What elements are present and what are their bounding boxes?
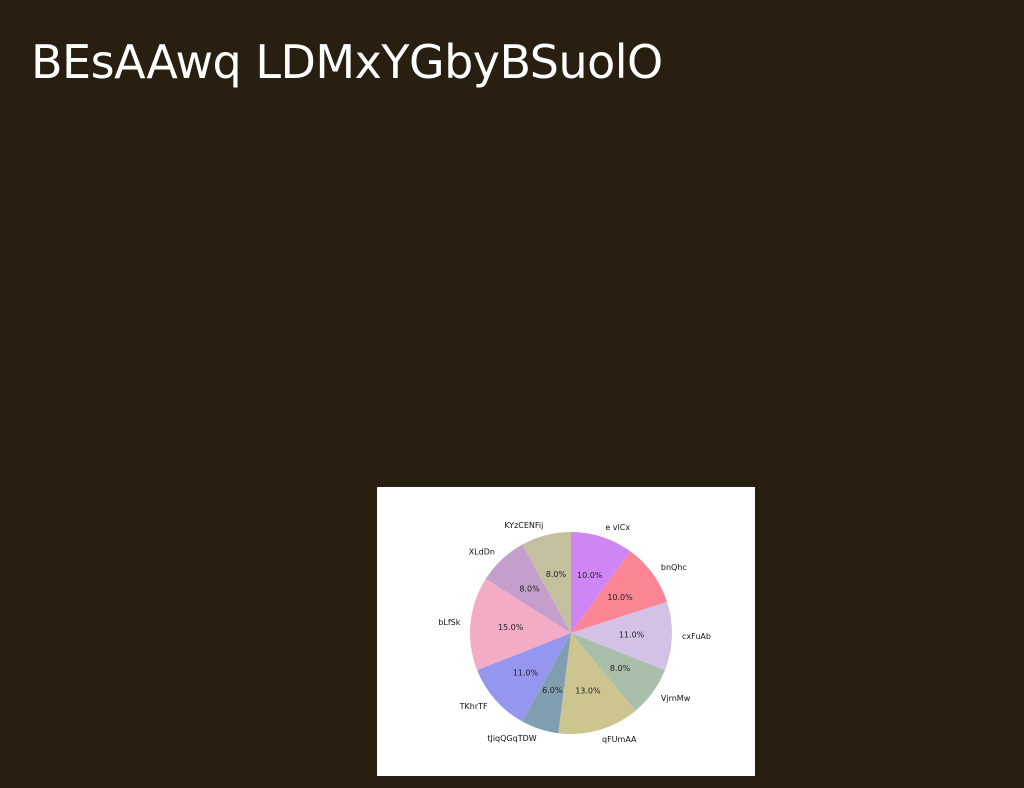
- pie-pct-label-5: 6.0%: [542, 686, 563, 695]
- pie-pct-label-4: 13.0%: [575, 687, 601, 696]
- pie-category-label-2: cxFuAb: [682, 632, 711, 641]
- pie-category-label-0: e vlCx: [605, 523, 630, 532]
- pie-pct-label-7: 15.0%: [498, 623, 524, 632]
- slide-title: BEsAAwq LDMxYGbyBSuolO: [31, 35, 663, 89]
- pie-chart: 10.0% e vlCx 10.0% bnQhc 11.0% cxFuAb 8.0% Vjrn…: [438, 521, 711, 744]
- pie-chart-panel: 10.0% e vlCx 10.0% bnQhc 11.0% cxFuAb 8.0% Vjrn…: [377, 487, 755, 776]
- pie-category-label-7: bLfSk: [438, 618, 460, 627]
- pie-category-label-8: XLdDn: [469, 548, 495, 557]
- pie-pct-label-2: 11.0%: [619, 630, 645, 639]
- pie-category-label-4: qFUmAA: [602, 735, 637, 744]
- pie-pct-label-6: 11.0%: [513, 669, 539, 678]
- pie-category-label-3: VjrnMw: [661, 694, 691, 703]
- pie-category-label-9: KYzCENFij: [504, 521, 543, 530]
- pie-category-label-6: TKhrTF: [459, 702, 488, 711]
- pie-pct-label-9: 8.0%: [546, 570, 567, 579]
- pie-pct-label-3: 8.0%: [610, 664, 631, 673]
- pie-pct-label-1: 10.0%: [607, 593, 633, 602]
- pie-pct-label-0: 10.0%: [577, 571, 603, 580]
- pie-category-label-1: bnQhc: [661, 563, 687, 572]
- pie-category-label-5: tJiqQGqTDW: [487, 734, 536, 743]
- pie-pct-label-8: 8.0%: [519, 584, 540, 593]
